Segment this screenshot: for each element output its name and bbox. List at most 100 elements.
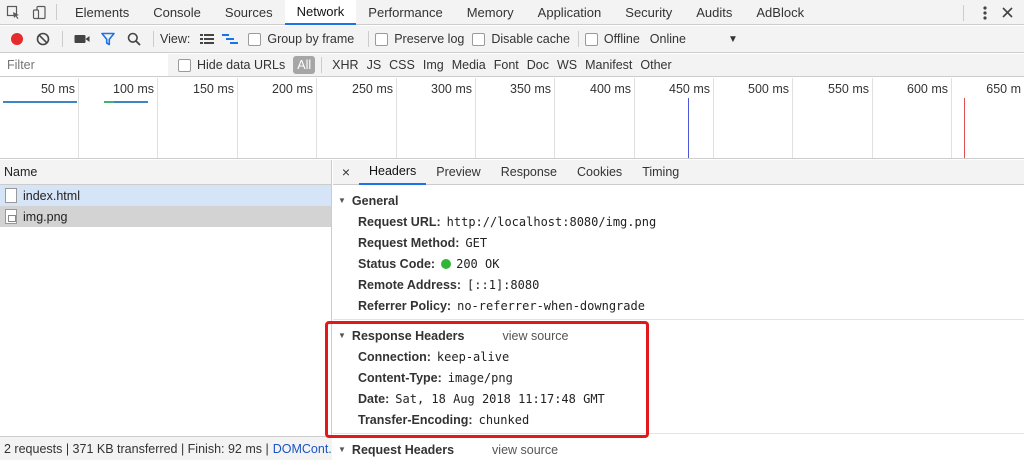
- tab-security[interactable]: Security: [613, 0, 684, 25]
- filter-type-manifest[interactable]: Manifest: [581, 56, 636, 74]
- tab-response[interactable]: Response: [491, 160, 567, 185]
- tick-label: 350 ms: [510, 82, 551, 96]
- divider: [321, 57, 323, 73]
- network-toolbar: View: Group by frame Preserve log Disabl…: [0, 26, 1024, 53]
- filter-type-js[interactable]: JS: [363, 56, 386, 74]
- status-ok-icon: [441, 258, 452, 269]
- overview-tick: 100 ms: [79, 78, 158, 158]
- header-key: Remote Address:: [358, 277, 462, 292]
- capture-screenshots-icon[interactable]: [69, 27, 95, 52]
- overview-tick: 150 ms: [158, 78, 238, 158]
- request-list: Name index.html img.png 2 requests | 371…: [0, 160, 332, 460]
- checkbox-box[interactable]: [248, 32, 262, 46]
- document-icon: [5, 188, 17, 203]
- tab-performance[interactable]: Performance: [356, 0, 454, 25]
- filter-type-xhr[interactable]: XHR: [328, 56, 362, 74]
- overview-tick: 650 m: [952, 78, 1024, 158]
- section-title: General: [351, 193, 399, 208]
- more-options-icon[interactable]: [974, 0, 996, 25]
- triangle-down-icon: ▼: [338, 196, 346, 205]
- close-devtools-icon[interactable]: [996, 0, 1018, 25]
- preserve-log-checkbox[interactable]: Preserve log: [375, 32, 464, 46]
- tab-network[interactable]: Network: [284, 0, 357, 25]
- large-rows-icon[interactable]: [196, 27, 218, 52]
- header-key: Request URL:: [358, 214, 441, 229]
- domcontentloaded-marker: [688, 98, 689, 158]
- waterfall-view-icon[interactable]: [218, 27, 242, 52]
- request-row[interactable]: img.png: [0, 206, 331, 227]
- header-key: Status Code:: [358, 256, 436, 271]
- filter-icon[interactable]: [95, 27, 121, 52]
- column-header-name[interactable]: Name: [0, 160, 331, 185]
- request-row[interactable]: index.html: [0, 185, 331, 206]
- close-icon[interactable]: ×: [333, 164, 359, 180]
- filter-input[interactable]: [0, 54, 168, 76]
- disable-cache-label: Disable cache: [491, 32, 570, 46]
- filter-type-doc[interactable]: Doc: [523, 56, 553, 74]
- filter-type-img[interactable]: Img: [419, 56, 448, 74]
- general-section: ▼ General Request URL: http://localhost:8…: [333, 190, 1024, 320]
- throttling-select[interactable]: Online ▼: [650, 32, 738, 46]
- response-headers-header[interactable]: ▼ Response Headers view source: [333, 325, 1024, 346]
- tab-adblock[interactable]: AdBlock: [744, 0, 816, 25]
- tab-console[interactable]: Console: [141, 0, 213, 25]
- tab-preview[interactable]: Preview: [426, 160, 490, 185]
- tab-timing[interactable]: Timing: [632, 160, 689, 185]
- tick-label: 500 ms: [748, 82, 789, 96]
- overview-tick: 500 ms: [714, 78, 793, 158]
- tick-label: 600 ms: [907, 82, 948, 96]
- group-by-frame-checkbox[interactable]: Group by frame: [248, 32, 354, 46]
- overview-tick: 450 ms: [635, 78, 714, 158]
- tab-application[interactable]: Application: [526, 0, 614, 25]
- network-status-bar: 2 requests | 371 KB transferred | Finish…: [0, 436, 332, 460]
- tab-audits[interactable]: Audits: [684, 0, 744, 25]
- view-label: View:: [160, 32, 191, 46]
- tick-label: 250 ms: [352, 82, 393, 96]
- filter-type-css[interactable]: CSS: [385, 56, 419, 74]
- hide-data-urls-checkbox[interactable]: Hide data URLs: [178, 58, 285, 72]
- filter-type-font[interactable]: Font: [490, 56, 523, 74]
- request-details-panel: × Headers Preview Response Cookies Timin…: [333, 160, 1024, 460]
- tab-memory[interactable]: Memory: [455, 0, 526, 25]
- header-row: Referrer Policy: no-referrer-when-downgra…: [333, 295, 1024, 316]
- header-row: Connection: keep-alive: [333, 346, 1024, 367]
- checkbox-box[interactable]: [472, 32, 486, 46]
- filter-type-all[interactable]: All: [293, 56, 316, 74]
- group-by-frame-label: Group by frame: [267, 32, 355, 46]
- record-button[interactable]: [4, 27, 30, 52]
- view-source-link[interactable]: view source: [492, 443, 558, 457]
- tick-label: 550 ms: [828, 82, 869, 96]
- tab-cookies[interactable]: Cookies: [567, 160, 632, 185]
- filter-type-media[interactable]: Media: [448, 56, 490, 74]
- offline-checkbox[interactable]: Offline: [584, 32, 640, 46]
- checkbox-box[interactable]: [584, 32, 598, 46]
- request-headers-header[interactable]: ▼ Request Headers view source: [333, 439, 1024, 460]
- tab-headers[interactable]: Headers: [359, 160, 427, 185]
- view-source-link[interactable]: view source: [502, 329, 568, 343]
- header-value: no-referrer-when-downgrade: [457, 298, 645, 313]
- search-icon[interactable]: [121, 27, 147, 52]
- header-key: Referrer Policy:: [358, 298, 452, 313]
- domcontentloaded-link[interactable]: DOMCont...: [273, 442, 332, 456]
- clear-button[interactable]: [30, 27, 56, 52]
- header-key: Request Method:: [358, 235, 460, 250]
- overview-tick: 550 ms: [793, 78, 873, 158]
- divider: [62, 31, 63, 47]
- request-headers-section: ▼ Request Headers view source: [333, 439, 1024, 460]
- checkbox-box[interactable]: [178, 58, 191, 72]
- device-toolbar-icon[interactable]: [26, 0, 52, 25]
- tab-elements[interactable]: Elements: [63, 0, 141, 25]
- image-file-icon: [5, 209, 17, 224]
- request-name: img.png: [23, 209, 68, 224]
- filter-type-ws[interactable]: WS: [553, 56, 581, 74]
- inspect-element-icon[interactable]: [0, 0, 26, 25]
- general-section-header[interactable]: ▼ General: [333, 190, 1024, 211]
- filter-type-other[interactable]: Other: [636, 56, 675, 74]
- header-value: GET: [465, 235, 488, 250]
- tab-sources[interactable]: Sources: [213, 0, 285, 25]
- network-overview[interactable]: 50 ms 100 ms 150 ms 200 ms 250 ms 300 ms…: [0, 78, 1024, 159]
- checkbox-box[interactable]: [375, 32, 389, 46]
- header-key: Connection:: [358, 349, 431, 364]
- disable-cache-checkbox[interactable]: Disable cache: [472, 32, 570, 46]
- overview-tick: 300 ms: [397, 78, 476, 158]
